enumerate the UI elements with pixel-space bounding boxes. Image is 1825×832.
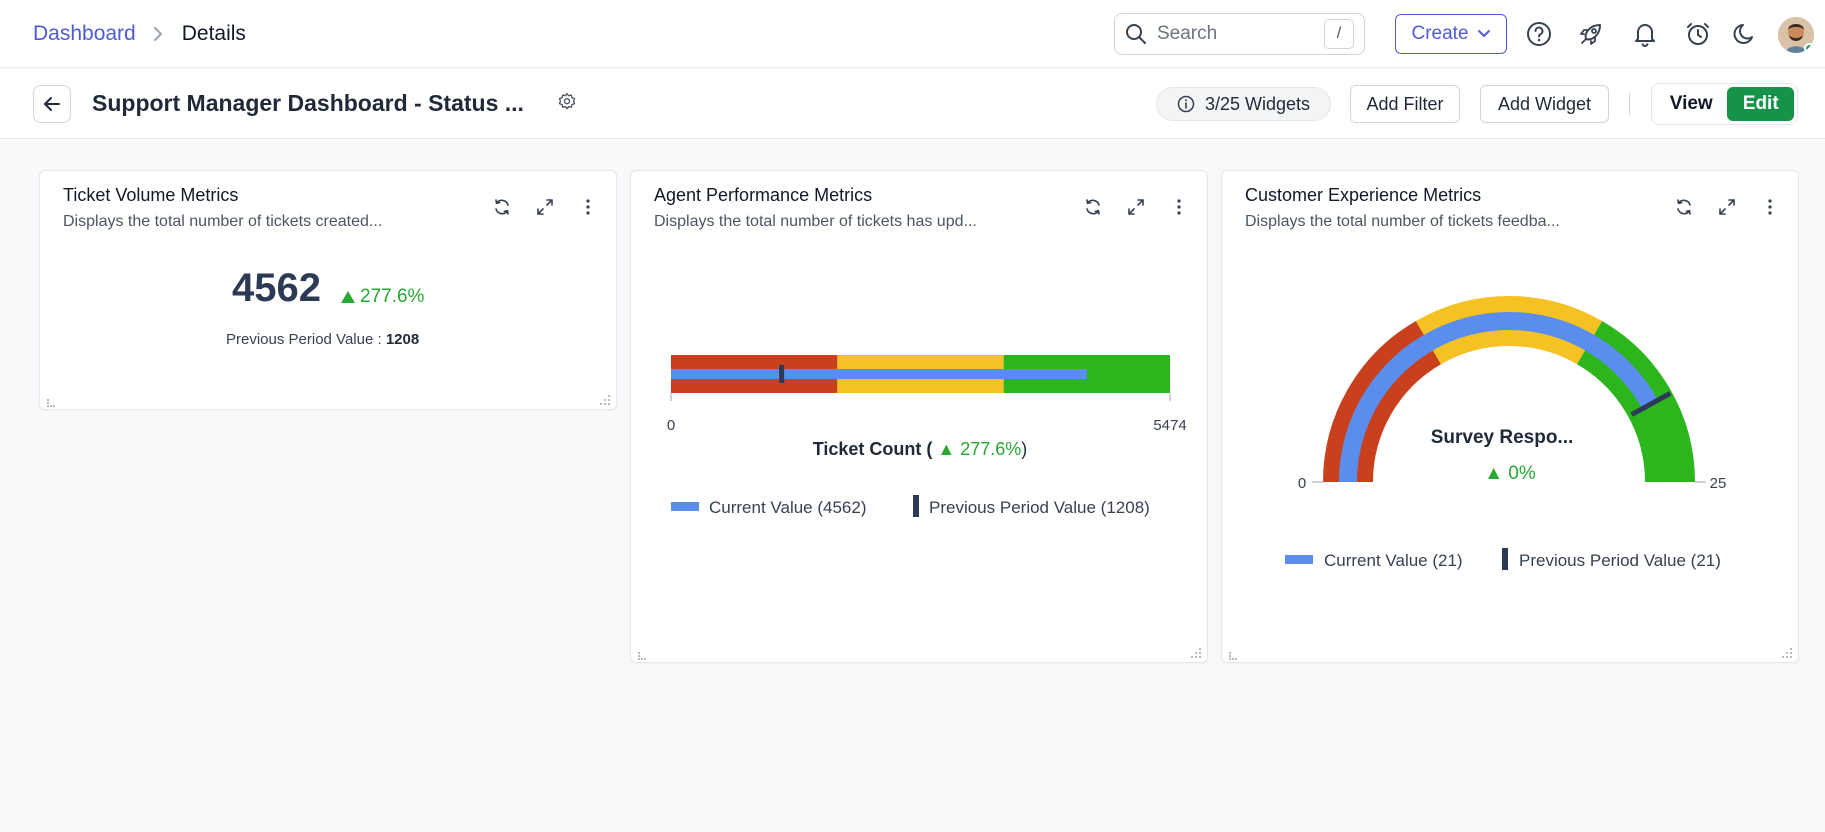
search-placeholder: Search: [1157, 23, 1218, 44]
edit-mode-button[interactable]: Edit: [1727, 87, 1794, 121]
bullet-chart: 0 5474 Ticket Count ( ▲ 277.6%) Current Val…: [667, 355, 1187, 517]
alarm-clock-icon[interactable]: [1682, 18, 1714, 50]
dashboard-toolbar: Support Manager Dashboard - Status ... 3…: [0, 69, 1825, 139]
kpi-delta: 277.6%: [340, 286, 424, 308]
legend-current-swatch: [671, 502, 699, 511]
bullet-metric-label: Ticket Count ( ▲ 277.6%): [813, 439, 1028, 459]
resize-handle-icon[interactable]: [599, 393, 611, 405]
legend-current-label: Current Value (4562): [709, 498, 867, 517]
breadcrumb-dashboard-link[interactable]: Dashboard: [33, 22, 136, 46]
top-navbar: Dashboard Details Search / Create: [0, 0, 1825, 68]
avatar[interactable]: [1778, 17, 1814, 53]
bell-icon[interactable]: [1629, 18, 1661, 50]
gauge-tick-label-min: 0: [1298, 475, 1306, 492]
back-button[interactable]: [33, 85, 71, 123]
legend-current-swatch: [1285, 555, 1313, 564]
bullet-tick-label-min: 0: [667, 417, 675, 434]
view-edit-toggle: View Edit: [1651, 83, 1798, 125]
chevron-down-icon: [1477, 29, 1491, 39]
drag-handle-icon[interactable]: [637, 648, 649, 660]
help-icon[interactable]: [1523, 18, 1555, 50]
gauge-delta-label: ▲ 0%: [1484, 463, 1536, 484]
ticket-volume-widget: Ticket Volume Metrics Displays the total…: [39, 170, 617, 410]
kpi-previous-number: 1208: [385, 331, 420, 348]
widgets-count-badge: 3/25 Widgets: [1156, 87, 1331, 121]
more-vertical-icon[interactable]: [576, 195, 600, 219]
agent-performance-widget: Agent Performance Metrics Displays the t…: [630, 170, 1208, 663]
create-label: Create: [1411, 23, 1469, 44]
add-widget-button[interactable]: Add Widget: [1480, 85, 1609, 123]
kpi-delta-value: 277.6%: [360, 286, 425, 307]
bullet-current-bar: [671, 369, 1087, 379]
legend-previous-swatch: [1502, 548, 1508, 570]
info-icon: [1177, 95, 1195, 113]
gauge-metric-label: Survey Respo...: [1431, 427, 1574, 448]
customer-experience-widget: Customer Experience Metrics Displays the…: [1221, 170, 1799, 663]
online-status-dot: [1804, 43, 1814, 53]
widget-title: Ticket Volume Metrics: [63, 185, 239, 205]
drag-handle-icon[interactable]: [1228, 648, 1240, 660]
bullet-previous-marker: [779, 365, 785, 383]
gauge-tick-label-max: 25: [1710, 475, 1727, 492]
kpi-previous-value: Previous Period Value : 1208: [226, 331, 419, 348]
gear-icon[interactable]: [557, 92, 581, 116]
search-icon: [1125, 23, 1147, 45]
chevron-right-icon: [152, 26, 164, 42]
gauge-chart: 0 25 Survey Respo... ▲ 0% Current Value (21)…: [1285, 296, 1727, 570]
drag-handle-icon[interactable]: [46, 395, 58, 407]
resize-handle-icon[interactable]: [1781, 646, 1793, 658]
triangle-up-icon: [341, 291, 355, 303]
breadcrumb-current: Details: [181, 21, 246, 45]
legend-current-label: Current Value (21): [1324, 551, 1463, 570]
kpi-value: 4562: [232, 266, 321, 310]
widget-description: Displays the total number of tickets cre…: [63, 213, 383, 230]
rocket-icon[interactable]: [1575, 18, 1607, 50]
add-filter-button[interactable]: Add Filter: [1350, 85, 1460, 123]
kpi-previous-label: Previous Period Value :: [226, 331, 382, 348]
moon-icon[interactable]: [1729, 18, 1761, 50]
widgets-count-label: 3/25 Widgets: [1204, 93, 1311, 114]
legend-previous-swatch: [913, 495, 919, 517]
legend-previous-label: Previous Period Value (1208): [929, 498, 1150, 517]
search-shortcut-key: /: [1324, 19, 1354, 49]
page-title: Support Manager Dashboard - Status ...: [92, 90, 524, 116]
refresh-icon[interactable]: [490, 195, 514, 219]
arrow-left-icon: [44, 97, 60, 111]
view-mode-button[interactable]: View: [1655, 87, 1727, 121]
resize-handle-icon[interactable]: [1190, 646, 1202, 658]
toolbar-divider: [1629, 93, 1630, 115]
create-button[interactable]: Create: [1395, 14, 1507, 54]
bullet-tick-label-max: 5474: [1153, 417, 1186, 434]
expand-icon[interactable]: [533, 195, 557, 219]
legend-previous-label: Previous Period Value (21): [1519, 551, 1721, 570]
search-input[interactable]: Search /: [1114, 13, 1365, 55]
